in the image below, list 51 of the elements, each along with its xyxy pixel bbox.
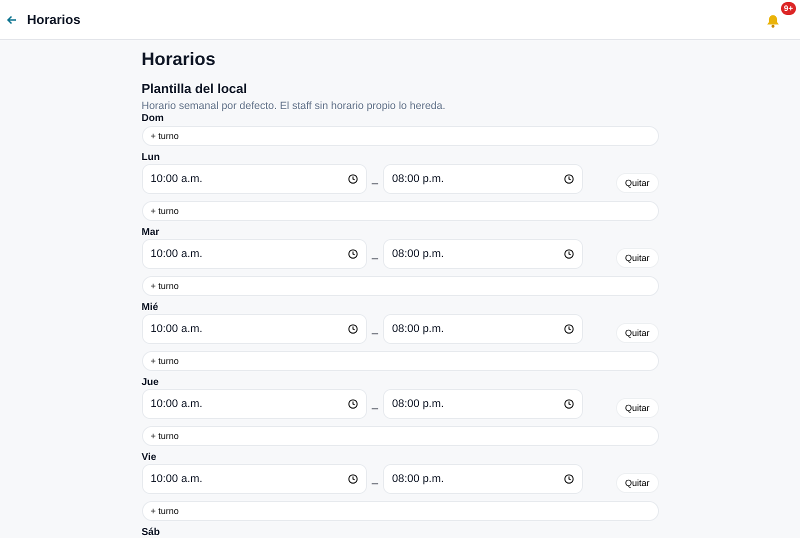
clock-icon[interactable] [564, 249, 574, 259]
range-separator: _ [370, 323, 380, 335]
day-label: Mar [142, 227, 160, 238]
start-time-field[interactable]: 10:00 a.m. [142, 464, 367, 494]
clock-icon[interactable] [564, 399, 574, 409]
range-separator: _ [370, 248, 380, 260]
section-description: Horario semanal por defecto. El staff sin horario propio lo hereda. [142, 100, 446, 113]
end-time-field[interactable]: 08:00 p.m. [382, 314, 583, 344]
clock-icon[interactable] [348, 399, 358, 409]
bell-icon[interactable] [766, 14, 780, 28]
clock-icon[interactable] [348, 324, 358, 334]
clock-icon[interactable] [348, 474, 358, 484]
day-label: Lun [142, 152, 161, 163]
remove-shift-button[interactable]: Quitar [616, 398, 658, 418]
add-shift-button[interactable]: + turno [142, 351, 658, 371]
end-time-field[interactable]: 08:00 p.m. [382, 389, 583, 419]
header-title: Horarios [27, 12, 82, 27]
remove-shift-button[interactable]: Quitar [616, 248, 658, 268]
range-separator: _ [370, 398, 380, 410]
add-shift-button[interactable]: + turno [142, 426, 658, 446]
remove-shift-button[interactable]: Quitar [616, 473, 658, 493]
start-time-field[interactable]: 10:00 a.m. [142, 314, 367, 344]
start-time-field[interactable]: 10:00 a.m. [142, 389, 367, 419]
section-title: Plantilla del local [142, 80, 248, 98]
day-label: Sáb [142, 527, 161, 538]
back-arrow-icon [6, 14, 18, 26]
clock-icon[interactable] [564, 474, 574, 484]
page-title: Horarios [142, 48, 217, 70]
start-time-field[interactable]: 10:00 a.m. [142, 239, 367, 269]
add-shift-button[interactable]: + turno [142, 501, 658, 521]
start-time-field[interactable]: 10:00 a.m. [142, 164, 367, 194]
end-time-field[interactable]: 08:00 p.m. [382, 164, 583, 194]
remove-shift-button[interactable]: Quitar [616, 173, 658, 193]
remove-shift-button[interactable]: Quitar [616, 323, 658, 343]
clock-icon[interactable] [348, 174, 358, 184]
range-separator: _ [370, 173, 380, 185]
notification-badge: 9+ [780, 2, 796, 14]
clock-icon[interactable] [564, 174, 574, 184]
back-button[interactable] [6, 14, 18, 26]
range-separator: _ [370, 473, 380, 485]
clock-icon[interactable] [564, 324, 574, 334]
day-label: Mié [142, 302, 160, 313]
clock-icon[interactable] [348, 249, 358, 259]
day-label: Dom [142, 113, 165, 124]
add-shift-button[interactable]: + turno [142, 201, 658, 221]
end-time-field[interactable]: 08:00 p.m. [382, 464, 583, 494]
end-time-field[interactable]: 08:00 p.m. [382, 239, 583, 269]
add-shift-button[interactable]: + turno [142, 276, 658, 296]
day-label: Jue [142, 377, 160, 388]
add-shift-button[interactable]: + turno [142, 126, 658, 146]
day-label: Vie [142, 452, 158, 463]
